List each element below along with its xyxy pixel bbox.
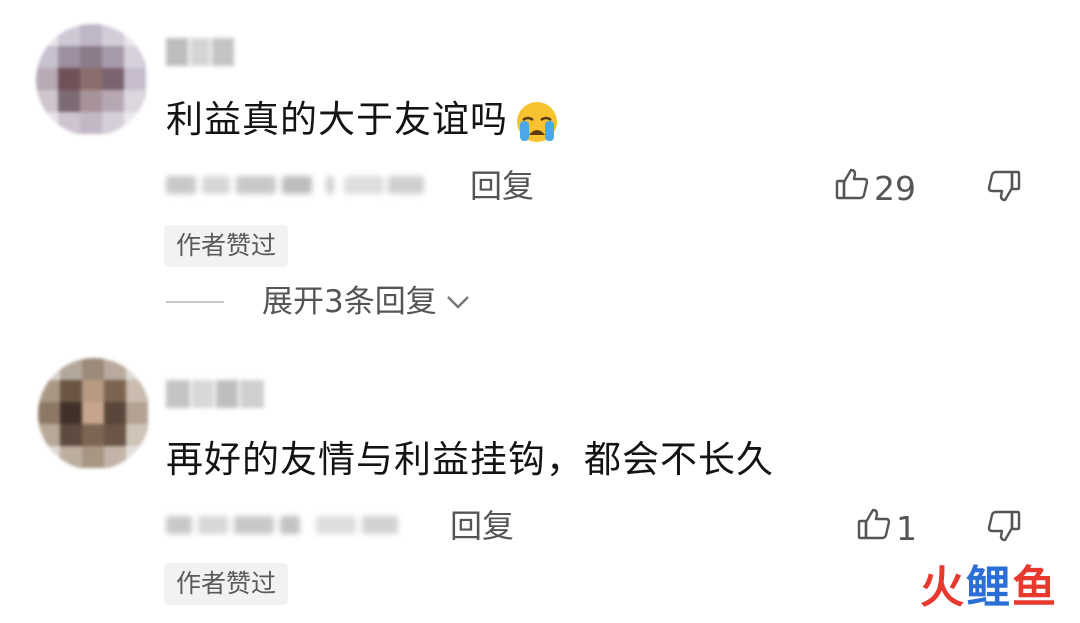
like-count: 1 [896,508,917,548]
username-blurred[interactable] [166,380,266,408]
expand-replies-button[interactable]: 展开3条回复 [166,282,471,322]
watermark-char: 鱼 [1012,562,1058,613]
watermark-char: 火 [920,562,966,613]
expand-replies-label: 展开3条回复 [262,284,437,320]
watermark-logo: 火 鲤 鱼 [920,551,1058,615]
loudly-crying-face-icon [512,100,562,144]
like-button[interactable]: 29 [834,166,916,211]
dislike-button[interactable] [986,508,1022,548]
comment-item: 利益真的大于友谊吗 回复 29 作者赞过 展开3条回复 [0,0,1080,330]
reply-button[interactable]: 回复 [450,506,514,546]
comment-item: 再好的友情与利益挂钩，都会不长久 回复 1 作者赞过 [0,350,1080,623]
dislike-button[interactable] [986,168,1022,208]
comment-text-content: 利益真的大于友谊吗 [166,98,508,141]
comment-text: 再好的友情与利益挂钩，都会不长久 [166,438,774,482]
thumbs-down-icon [986,510,1022,548]
divider-line [166,301,224,303]
author-liked-badge: 作者赞过 [164,225,289,267]
username-blurred[interactable] [166,38,236,66]
like-count: 29 [874,168,916,208]
comment-text: 利益真的大于友谊吗 [166,98,562,144]
reply-button[interactable]: 回复 [470,166,534,206]
avatar[interactable] [36,24,148,136]
watermark-char: 鲤 [966,562,1012,613]
timestamp-location-blurred [166,170,436,200]
avatar[interactable] [38,358,150,470]
timestamp-location-blurred [166,510,406,540]
chevron-down-icon [445,289,471,315]
thumbs-down-icon [986,170,1022,208]
thumbs-up-icon [856,506,892,551]
comment-text-content: 再好的友情与利益挂钩，都会不长久 [166,438,774,481]
author-liked-badge: 作者赞过 [164,563,289,605]
like-button[interactable]: 1 [856,506,917,551]
thumbs-up-icon [834,166,870,211]
